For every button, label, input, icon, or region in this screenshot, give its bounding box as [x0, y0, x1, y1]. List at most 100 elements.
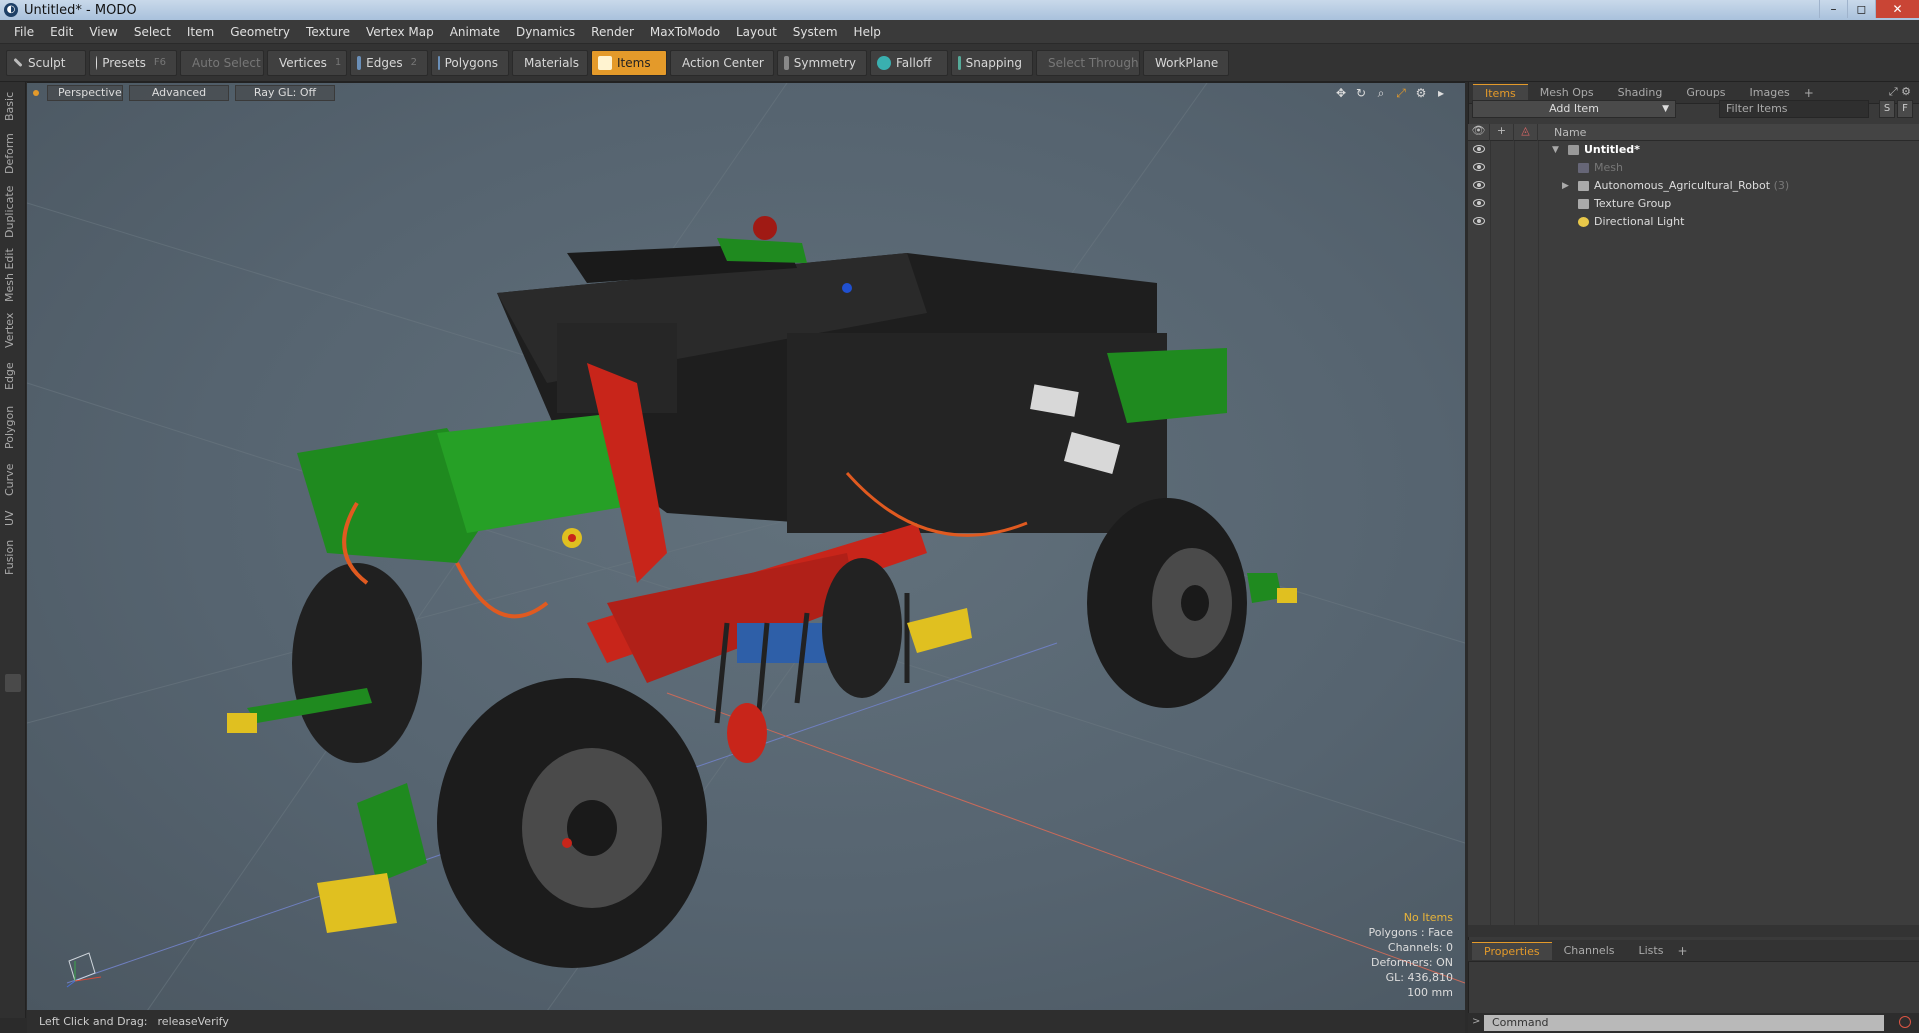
- mesh-icon: [1578, 163, 1589, 173]
- tab-basic[interactable]: Basic: [3, 86, 23, 126]
- panel-options-icon[interactable]: ⤢ ⚙: [1889, 85, 1911, 99]
- tab-duplicate[interactable]: Duplicate: [3, 182, 23, 242]
- settings-icon[interactable]: ⚙: [1413, 85, 1429, 101]
- tab-mesh-ops[interactable]: Mesh Ops: [1528, 84, 1606, 102]
- auto-select-button[interactable]: Auto Select: [180, 49, 264, 76]
- visibility-eye-icon[interactable]: [1473, 181, 1485, 189]
- menu-texture[interactable]: Texture: [306, 25, 350, 39]
- menu-select[interactable]: Select: [134, 25, 171, 39]
- tree-item-directional-light[interactable]: Directional Light: [1468, 213, 1919, 231]
- menu-geometry[interactable]: Geometry: [230, 25, 290, 39]
- light-icon: [1578, 217, 1589, 227]
- minimize-button[interactable]: –: [1819, 0, 1847, 18]
- lock-column-icon[interactable]: +: [1490, 124, 1514, 141]
- move-view-icon[interactable]: ✥: [1333, 85, 1349, 101]
- tab-channels[interactable]: Channels: [1552, 942, 1627, 960]
- tab-uv[interactable]: UV: [3, 506, 23, 530]
- 3d-viewport[interactable]: Perspective Advanced Ray GL: Off ✥ ↻ ⌕ ⤢…: [27, 82, 1465, 1010]
- expand-icon[interactable]: ▸: [1433, 85, 1449, 101]
- tab-items[interactable]: Items: [1473, 83, 1528, 102]
- presets-button[interactable]: Presets F6: [89, 49, 177, 76]
- main-toolbar: Sculpt Presets F6 Auto Select Vertices 1 E…: [0, 44, 1919, 82]
- visibility-eye-icon[interactable]: [1473, 199, 1485, 207]
- tab-lists[interactable]: Lists: [1627, 942, 1676, 960]
- child-count: (3): [1773, 179, 1790, 192]
- items-button[interactable]: Items: [591, 49, 667, 76]
- add-tab-icon[interactable]: +: [1804, 86, 1814, 100]
- select-through-button[interactable]: Select Through: [1036, 49, 1140, 76]
- chevron-down-icon: ▼: [1662, 104, 1669, 114]
- maximize-button[interactable]: ◻: [1847, 0, 1875, 18]
- expand-arrow-icon[interactable]: ▶: [1562, 177, 1569, 195]
- tab-groups[interactable]: Groups: [1674, 84, 1737, 102]
- tab-properties[interactable]: Properties: [1472, 941, 1552, 960]
- symmetry-icon: [784, 55, 789, 70]
- filter-f-button[interactable]: F: [1897, 100, 1913, 118]
- tree-item-scene[interactable]: ▼ Untitled*: [1468, 141, 1919, 159]
- menu-view[interactable]: View: [89, 25, 117, 39]
- command-history-icon[interactable]: >: [1472, 1016, 1480, 1027]
- menu-render[interactable]: Render: [591, 25, 634, 39]
- status-hint: Left Click and Drag:: [39, 1015, 148, 1028]
- tab-images[interactable]: Images: [1738, 84, 1802, 102]
- workplane-button[interactable]: WorkPlane: [1143, 49, 1229, 76]
- falloff-button[interactable]: Falloff: [870, 49, 948, 76]
- tab-mesh-edit[interactable]: Mesh Edit: [3, 246, 23, 304]
- visibility-column-icon[interactable]: 👁: [1468, 124, 1490, 141]
- raygl-toggle[interactable]: Ray GL: Off: [235, 85, 335, 101]
- polygons-button[interactable]: Polygons: [431, 49, 509, 76]
- filter-items-input[interactable]: Filter Items: [1719, 100, 1869, 118]
- visibility-eye-icon[interactable]: [1473, 145, 1485, 153]
- sculpt-button[interactable]: Sculpt: [6, 49, 86, 76]
- tree-item-robot[interactable]: ▶ Autonomous_Agricultural_Robot (3): [1468, 177, 1919, 195]
- tab-polygon[interactable]: Polygon: [3, 400, 23, 454]
- render-column-icon[interactable]: ◬: [1514, 124, 1538, 141]
- tab-edge[interactable]: Edge: [3, 356, 23, 396]
- zoom-view-icon[interactable]: ⌕: [1373, 85, 1389, 101]
- menu-file[interactable]: File: [14, 25, 34, 39]
- menu-maxtomodo[interactable]: MaxToModo: [650, 25, 720, 39]
- menu-animate[interactable]: Animate: [450, 25, 500, 39]
- tab-vertex[interactable]: Vertex: [3, 308, 23, 352]
- snapping-button[interactable]: Snapping: [951, 49, 1033, 76]
- menu-system[interactable]: System: [793, 25, 838, 39]
- materials-button[interactable]: Materials: [512, 49, 588, 76]
- tree-horizontal-scrollbar[interactable]: [1468, 925, 1919, 937]
- add-tab-icon[interactable]: +: [1677, 944, 1687, 958]
- edges-button[interactable]: Edges 2: [350, 49, 428, 76]
- tab-curve[interactable]: Curve: [3, 458, 23, 502]
- tree-item-mesh[interactable]: Mesh: [1468, 159, 1919, 177]
- maximize-icon[interactable]: ⤢: [1393, 85, 1409, 101]
- name-column-header[interactable]: Name: [1538, 124, 1919, 141]
- tab-deform[interactable]: Deform: [3, 130, 23, 178]
- visibility-eye-icon[interactable]: [1473, 217, 1485, 225]
- record-macro-icon[interactable]: [1899, 1016, 1911, 1028]
- texture-group-icon: [1578, 199, 1589, 209]
- viewport-menu-dot[interactable]: [33, 90, 39, 96]
- rotate-view-icon[interactable]: ↻: [1353, 85, 1369, 101]
- menu-dynamics[interactable]: Dynamics: [516, 25, 575, 39]
- menu-edit[interactable]: Edit: [50, 25, 73, 39]
- menu-help[interactable]: Help: [854, 25, 881, 39]
- tree-item-texture-group[interactable]: Texture Group: [1468, 195, 1919, 213]
- window-title: Untitled* - MODO: [24, 2, 137, 18]
- visibility-eye-icon[interactable]: [1473, 163, 1485, 171]
- menu-layout[interactable]: Layout: [736, 25, 777, 39]
- menu-vertex-map[interactable]: Vertex Map: [366, 25, 434, 39]
- filter-s-button[interactable]: S: [1879, 100, 1895, 118]
- vertices-button[interactable]: Vertices 1: [267, 49, 347, 76]
- menu-item[interactable]: Item: [187, 25, 214, 39]
- polygons-icon: [438, 55, 440, 70]
- collapse-arrow-icon[interactable]: ▼: [1552, 141, 1559, 159]
- tab-expand-handle[interactable]: [5, 674, 21, 692]
- action-center-button[interactable]: Action Center: [670, 49, 774, 76]
- shading-dropdown[interactable]: Advanced: [129, 85, 229, 101]
- presets-icon: [96, 55, 98, 70]
- command-input[interactable]: Command: [1484, 1015, 1884, 1031]
- tab-fusion[interactable]: Fusion: [3, 534, 23, 580]
- view-type-dropdown[interactable]: Perspective: [47, 85, 123, 101]
- close-button[interactable]: ✕: [1875, 0, 1919, 18]
- tab-shading[interactable]: Shading: [1606, 84, 1675, 102]
- symmetry-button[interactable]: Symmetry: [777, 49, 867, 76]
- add-item-dropdown[interactable]: Add Item ▼: [1472, 100, 1676, 118]
